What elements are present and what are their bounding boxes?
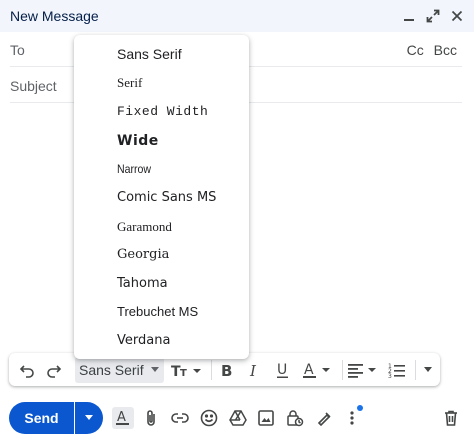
font-option[interactable]: Tahoma	[117, 276, 168, 291]
bold-icon[interactable]: B	[217, 360, 237, 380]
schedule-send-button[interactable]	[75, 402, 103, 434]
font-option[interactable]: Fixed Width	[117, 104, 208, 119]
notification-dot	[357, 405, 363, 411]
toolbar-divider	[342, 360, 343, 380]
toolbar-divider	[211, 360, 212, 380]
text-size-icon[interactable]: TT	[169, 360, 205, 380]
attach-icon[interactable]	[140, 407, 162, 429]
numbered-list-icon[interactable]: 123	[387, 360, 407, 380]
trash-icon[interactable]	[440, 407, 462, 429]
signature-icon[interactable]	[313, 407, 335, 429]
font-option[interactable]: Comic Sans MS	[117, 190, 216, 205]
bcc-link[interactable]: Bcc	[434, 42, 457, 58]
send-label: Send	[24, 410, 59, 426]
undo-icon[interactable]	[17, 360, 37, 380]
expand-icon[interactable]	[424, 6, 442, 26]
font-option[interactable]: Trebuchet MS	[117, 304, 198, 319]
italic-icon[interactable]: I	[245, 360, 265, 380]
font-option[interactable]: Wide	[117, 133, 159, 149]
font-option[interactable]: Narrow	[117, 162, 151, 176]
cc-bcc-links: Cc Bcc	[401, 42, 457, 58]
font-option[interactable]: Garamond	[117, 219, 172, 235]
toolbar-divider	[415, 360, 416, 380]
drive-icon[interactable]	[227, 407, 249, 429]
align-icon[interactable]	[347, 360, 381, 380]
subject-placeholder: Subject	[10, 77, 57, 94]
font-dropdown-menu: Sans Serif Serif Fixed Width Wide Narrow…	[74, 35, 249, 359]
redo-icon[interactable]	[44, 360, 64, 380]
formatting-options-icon[interactable]: A	[112, 407, 134, 429]
window-title: New Message	[10, 8, 99, 24]
chevron-down-icon	[151, 367, 159, 372]
cc-link[interactable]: Cc	[407, 42, 424, 58]
link-icon[interactable]	[169, 407, 191, 429]
chevron-down-icon	[85, 415, 93, 420]
minimize-icon[interactable]	[400, 6, 418, 26]
confidential-icon[interactable]	[284, 407, 306, 429]
font-option[interactable]: Verdana	[117, 333, 170, 348]
svg-text:A: A	[304, 362, 314, 378]
svg-text:A: A	[117, 410, 126, 425]
font-option[interactable]: Serif	[117, 75, 142, 91]
emoji-icon[interactable]	[198, 407, 220, 429]
font-option[interactable]: Georgia	[117, 247, 169, 262]
send-button[interactable]: Send	[9, 402, 74, 434]
compose-window: New Message To Cc Bcc Subject Sans Serif…	[0, 0, 474, 446]
to-label: To	[10, 41, 25, 58]
svg-text:B: B	[221, 362, 232, 378]
more-formatting-icon[interactable]	[419, 360, 437, 380]
svg-text:3: 3	[388, 373, 392, 378]
font-family-select[interactable]: Sans Serif	[75, 357, 164, 383]
font-family-value: Sans Serif	[79, 362, 144, 378]
close-icon[interactable]	[448, 6, 466, 26]
svg-text:T: T	[180, 368, 187, 378]
font-option[interactable]: Sans Serif	[117, 46, 182, 62]
window-controls	[400, 6, 466, 26]
svg-text:I: I	[249, 362, 257, 378]
photo-icon[interactable]	[255, 407, 277, 429]
underline-icon[interactable]: U	[273, 360, 293, 380]
text-color-icon[interactable]: A	[301, 360, 335, 380]
title-bar: New Message	[0, 0, 474, 32]
svg-text:U: U	[277, 362, 287, 378]
